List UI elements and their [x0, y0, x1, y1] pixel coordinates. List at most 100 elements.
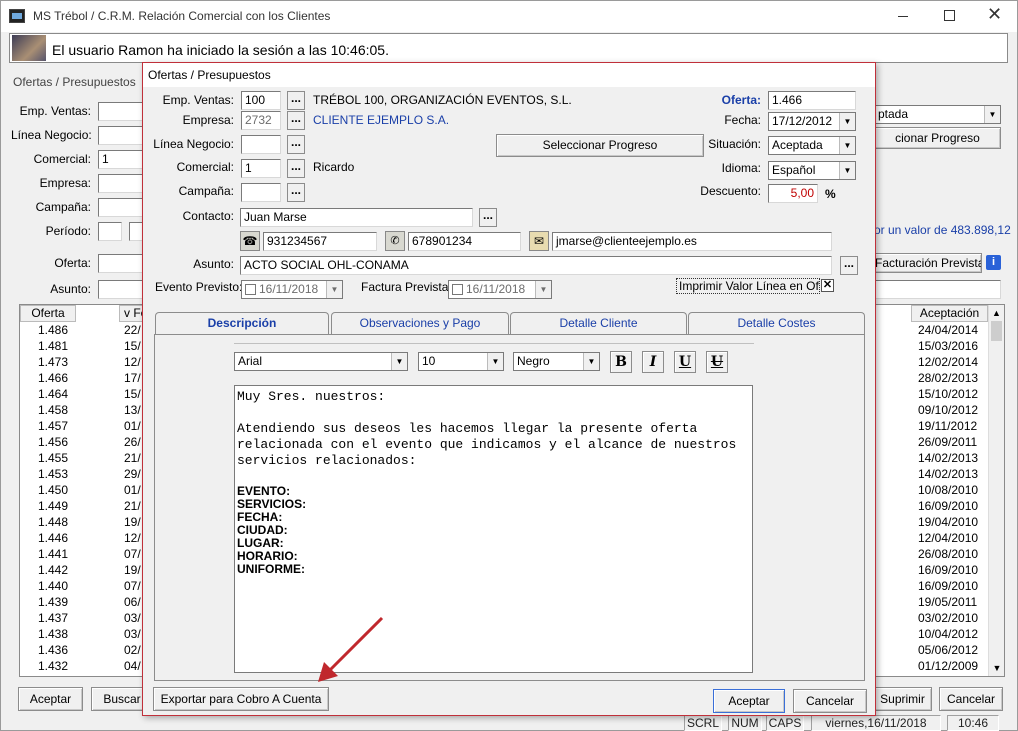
asunto-lookup-button[interactable]: ...: [840, 256, 858, 275]
tab-detalle-cliente[interactable]: Detalle Cliente: [510, 312, 687, 334]
table-row-fecha[interactable]: 22/: [106, 322, 146, 338]
email-input[interactable]: jmarse@clienteejemplo.es: [552, 232, 832, 251]
table-row-oferta[interactable]: 1.456: [20, 434, 80, 450]
table-row-fecha[interactable]: 15/: [106, 338, 146, 354]
comercial-lookup-button[interactable]: ...: [287, 159, 305, 178]
empresa-name[interactable]: CLIENTE EJEMPLO S.A.: [313, 113, 449, 127]
table-row-fecha[interactable]: 12/: [106, 530, 146, 546]
table-row-aceptacion[interactable]: 09/10/2012: [900, 402, 990, 418]
fecha-picker[interactable]: 17/12/2012 ▼: [768, 112, 856, 131]
tab-detalle-costes[interactable]: Detalle Costes: [688, 312, 865, 334]
evento-checkbox[interactable]: [245, 284, 256, 295]
descuento-input[interactable]: 5,00: [768, 184, 818, 203]
table-row-oferta[interactable]: 1.442: [20, 562, 80, 578]
email-icon[interactable]: ✉: [529, 231, 549, 251]
table-row-oferta[interactable]: 1.457: [20, 418, 80, 434]
table-row-oferta[interactable]: 1.441: [20, 546, 80, 562]
table-row-fecha[interactable]: 21/: [106, 498, 146, 514]
back-linea-input[interactable]: [98, 126, 148, 145]
emp-ventas-code[interactable]: 100: [241, 91, 281, 110]
tab-observaciones[interactable]: Observaciones y Pago: [331, 312, 509, 334]
campana-input[interactable]: [241, 183, 281, 202]
factura-prevista-picker[interactable]: 16/11/2018 ▼: [448, 280, 552, 299]
table-row-oferta[interactable]: 1.446: [20, 530, 80, 546]
strikethrough-button[interactable]: U: [706, 351, 728, 373]
exportar-cobro-button[interactable]: Exportar para Cobro A Cuenta: [153, 687, 329, 711]
bold-button[interactable]: B: [610, 351, 632, 373]
table-row-fecha[interactable]: 15/: [106, 386, 146, 402]
back-comercial-input[interactable]: 1: [98, 150, 148, 169]
table-row-aceptacion[interactable]: 26/08/2010: [900, 546, 990, 562]
contacto-lookup-button[interactable]: ...: [479, 208, 497, 227]
linea-negocio-input[interactable]: [241, 135, 281, 154]
table-row-aceptacion[interactable]: 19/11/2012: [900, 418, 990, 434]
table-row-aceptacion[interactable]: 03/02/2010: [900, 610, 990, 626]
table-row-fecha[interactable]: 07/: [106, 546, 146, 562]
table-row-oferta[interactable]: 1.455: [20, 450, 80, 466]
scroll-down-icon[interactable]: ▼: [989, 660, 1004, 676]
situacion-select[interactable]: Aceptada ▼: [768, 136, 856, 155]
table-row-aceptacion[interactable]: 26/09/2011: [900, 434, 990, 450]
font-family-select[interactable]: Arial ▼: [234, 352, 408, 371]
table-row-oferta[interactable]: 1.449: [20, 498, 80, 514]
emp-ventas-lookup-button[interactable]: ...: [287, 91, 305, 110]
table-row-aceptacion[interactable]: 15/10/2012: [900, 386, 990, 402]
back-oferta-input[interactable]: [98, 254, 148, 273]
table-row-fecha[interactable]: 19/: [106, 514, 146, 530]
back-periodo-from[interactable]: [98, 222, 122, 241]
table-row-oferta[interactable]: 1.473: [20, 354, 80, 370]
dialog-aceptar-button[interactable]: Aceptar: [713, 689, 785, 713]
table-row-oferta[interactable]: 1.481: [20, 338, 80, 354]
tab-descripcion[interactable]: Descripción: [155, 312, 329, 336]
table-row-fecha[interactable]: 21/: [106, 450, 146, 466]
font-color-select[interactable]: Negro ▼: [513, 352, 600, 371]
back-asunto-input[interactable]: [98, 280, 148, 299]
table-row-oferta[interactable]: 1.450: [20, 482, 80, 498]
empresa-lookup-button[interactable]: ...: [287, 111, 305, 130]
table-row-fecha[interactable]: 02/: [106, 642, 146, 658]
table-row-oferta[interactable]: 1.432: [20, 658, 80, 674]
table-row-fecha[interactable]: 13/: [106, 402, 146, 418]
maximize-icon[interactable]: [944, 10, 955, 21]
facturacion-prevista-button[interactable]: Facturación Prevista: [874, 253, 982, 273]
table-row-fecha[interactable]: 03/: [106, 610, 146, 626]
back-cancelar-button[interactable]: Cancelar: [939, 687, 1003, 711]
table-row-aceptacion[interactable]: 19/05/2011: [900, 594, 990, 610]
linea-negocio-lookup-button[interactable]: ...: [287, 135, 305, 154]
grid-header-oferta[interactable]: Oferta: [20, 305, 76, 322]
underline-button[interactable]: U: [674, 351, 696, 373]
table-row-aceptacion[interactable]: 01/12/2009: [900, 658, 990, 674]
table-row-aceptacion[interactable]: 19/04/2010: [900, 514, 990, 530]
table-row-aceptacion[interactable]: 14/02/2013: [900, 466, 990, 482]
table-row-aceptacion[interactable]: 24/04/2014: [900, 322, 990, 338]
table-row-fecha[interactable]: 17/: [106, 370, 146, 386]
italic-button[interactable]: I: [642, 351, 664, 373]
evento-previsto-picker[interactable]: 16/11/2018 ▼: [241, 280, 343, 299]
grid-scrollbar[interactable]: ▲ ▼: [988, 305, 1004, 676]
seleccionar-progreso-button[interactable]: Seleccionar Progreso: [496, 134, 704, 157]
table-row-oferta[interactable]: 1.458: [20, 402, 80, 418]
empresa-code[interactable]: 2732: [241, 111, 281, 130]
font-size-select[interactable]: 10 ▼: [418, 352, 504, 371]
back-aceptar-button[interactable]: Aceptar: [18, 687, 83, 711]
table-row-oferta[interactable]: 1.486: [20, 322, 80, 338]
table-row-oferta[interactable]: 1.438: [20, 626, 80, 642]
info-icon[interactable]: i: [986, 255, 1001, 270]
table-row-aceptacion[interactable]: 16/09/2010: [900, 498, 990, 514]
phone-input[interactable]: 931234567: [263, 232, 377, 251]
table-row-aceptacion[interactable]: 14/02/2013: [900, 450, 990, 466]
phone-icon[interactable]: ☎: [240, 231, 260, 251]
table-row-oferta[interactable]: 1.464: [20, 386, 80, 402]
scroll-up-icon[interactable]: ▲: [989, 305, 1004, 321]
table-row-aceptacion[interactable]: 12/02/2014: [900, 354, 990, 370]
imprimir-valor-checkbox[interactable]: ✕: [821, 279, 834, 292]
table-row-oferta[interactable]: 1.453: [20, 466, 80, 482]
table-row-fecha[interactable]: 26/: [106, 434, 146, 450]
back-asunto-right[interactable]: [874, 280, 1001, 299]
table-row-fecha[interactable]: 12/: [106, 354, 146, 370]
idioma-select[interactable]: Español ▼: [768, 161, 856, 180]
close-icon[interactable]: ✕: [987, 4, 1002, 25]
table-row-aceptacion[interactable]: 16/09/2010: [900, 562, 990, 578]
dialog-cancelar-button[interactable]: Cancelar: [793, 689, 867, 713]
table-row-fecha[interactable]: 07/: [106, 578, 146, 594]
